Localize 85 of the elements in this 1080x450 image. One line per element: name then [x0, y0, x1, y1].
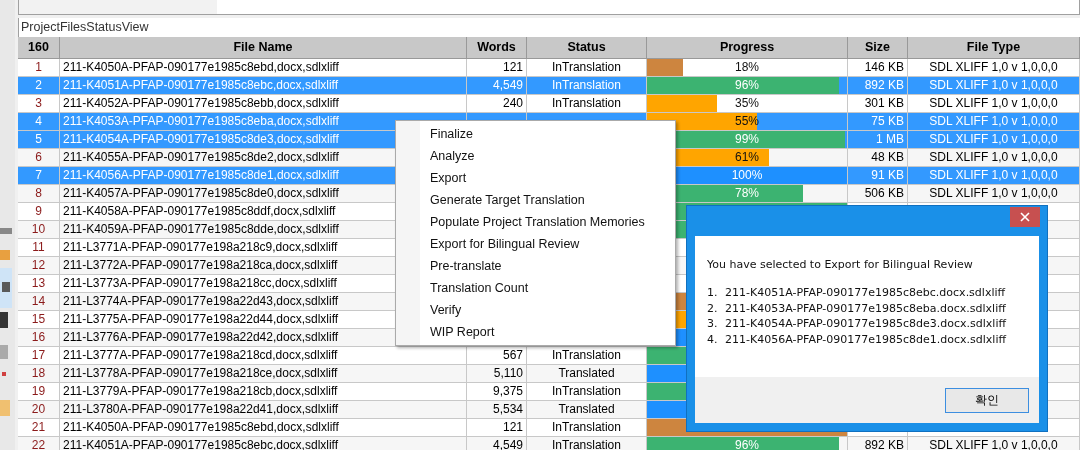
- status-cell: InTranslation: [552, 438, 621, 450]
- file-name: 211-K4053A-PFAP-090177e1985c8eba.docx.sdlxliff: [725, 300, 1006, 316]
- progress-label: 18%: [734, 59, 760, 76]
- progress-label: 96%: [734, 437, 760, 450]
- dialog-message: You have selected to Export for Bilingual Review: [707, 258, 974, 271]
- progress-label: 99%: [734, 131, 760, 148]
- size-cell: 892 KB: [864, 78, 904, 92]
- row-number: 5: [18, 131, 60, 148]
- size-cell: 75 KB: [871, 114, 904, 128]
- words-cell: 567: [502, 348, 523, 362]
- file-type-cell: SDL XLIFF 1,0 v 1,0,0,0: [929, 60, 1058, 74]
- row-number: 15: [18, 311, 60, 328]
- row-number: 1: [18, 59, 60, 76]
- status-cell: InTranslation: [552, 96, 621, 110]
- row-number: 14: [18, 293, 60, 310]
- row-number: 16: [18, 329, 60, 346]
- status-cell: Translated: [558, 402, 615, 416]
- progress-label: 35%: [734, 95, 760, 112]
- progress-label: 100%: [730, 167, 764, 184]
- size-cell: 892 KB: [864, 438, 904, 450]
- file-type-cell: SDL XLIFF 1,0 v 1,0,0,0: [929, 78, 1058, 92]
- status-cell: InTranslation: [552, 384, 621, 398]
- list-number: 1.: [707, 285, 717, 301]
- row-number: 8: [18, 185, 60, 202]
- file-type-cell: SDL XLIFF 1,0 v 1,0,0,0: [929, 186, 1058, 200]
- file-name-cell: 211-K4051A-PFAP-090177e1985c8ebc,docx,sdlxliff: [60, 77, 467, 94]
- words-cell: 5,110: [493, 366, 523, 380]
- row-number: 11: [18, 239, 60, 256]
- row-number: 3: [18, 95, 60, 112]
- list-number: 3.: [707, 316, 717, 332]
- words-cell: 4,549: [492, 78, 523, 92]
- view-title: ProjectFilesStatusView: [18, 18, 1080, 37]
- size-cell: 506 KB: [864, 186, 904, 200]
- row-number: 17: [18, 347, 60, 364]
- row-number: 7: [18, 167, 60, 184]
- file-name: 211-K4056A-PFAP-090177e1985c8de1.docx.sdlxliff: [725, 331, 1007, 347]
- words-cell: 121: [502, 420, 523, 434]
- row-number: 21: [18, 419, 60, 436]
- status-cell: InTranslation: [552, 78, 621, 92]
- row-number: 2: [18, 77, 60, 94]
- file-name-cell: 211-K4050A-PFAP-090177e1985c8ebd,docx,sdlxliff: [60, 419, 467, 436]
- status-cell: InTranslation: [552, 60, 621, 74]
- progress-label: 61%: [734, 149, 760, 166]
- row-number: 10: [18, 221, 60, 238]
- file-name-cell: 211-K4050A-PFAP-090177e1985c8ebd,docx,sdlxliff: [60, 59, 467, 76]
- row-number: 12: [18, 257, 60, 274]
- progress-label: 78%: [734, 185, 760, 202]
- file-name-cell: 211-L3779A-PFAP-090177e198a218cb,docx,sdlxliff: [60, 383, 467, 400]
- row-number: 13: [18, 275, 60, 292]
- file-name: 211-K4051A-PFAP-090177e1985c8ebc.docx.sdlxliff: [725, 285, 1006, 301]
- file-name-cell: 211-L3780A-PFAP-090177e198a22d41,docx,sdlxliff: [60, 401, 467, 418]
- size-cell: 146 KB: [864, 60, 904, 74]
- row-number: 19: [18, 383, 60, 400]
- file-type-cell: SDL XLIFF 1,0 v 1,0,0,0: [929, 96, 1058, 110]
- words-cell: 240: [502, 96, 523, 110]
- file-name-cell: 211-L3778A-PFAP-090177e198a218ce,docx,sdlxliff: [60, 365, 467, 382]
- file-name-cell: 211-K4051A-PFAP-090177e1985c8ebc,docx,sdlxliff: [60, 437, 467, 450]
- status-cell: InTranslation: [552, 348, 621, 362]
- words-cell: 4,549: [492, 438, 523, 450]
- row-number: 18: [18, 365, 60, 382]
- row-number: 6: [18, 149, 60, 166]
- row-number: 20: [18, 401, 60, 418]
- row-number: 4: [18, 113, 60, 130]
- progress-label: 96%: [734, 77, 760, 94]
- status-cell: Translated: [558, 366, 615, 380]
- size-cell: 91 KB: [871, 168, 904, 182]
- status-cell: InTranslation: [552, 420, 621, 434]
- words-cell: 121: [502, 60, 523, 74]
- list-number: 2.: [707, 300, 717, 316]
- file-name-cell: 211-K4052A-PFAP-090177e1985c8ebb,docx,sdlxliff: [60, 95, 467, 112]
- file-type-cell: SDL XLIFF 1,0 v 1,0,0,0: [929, 168, 1058, 182]
- size-cell: 1 MB: [876, 132, 904, 146]
- file-name-cell: 211-L3777A-PFAP-090177e198a218cd,docx,sdlxliff: [60, 347, 467, 364]
- file-type-cell: SDL XLIFF 1,0 v 1,0,0,0: [929, 150, 1058, 164]
- file-type-cell: SDL XLIFF 1,0 v 1,0,0,0: [929, 114, 1058, 128]
- row-number: 9: [18, 203, 60, 220]
- words-cell: 5,534: [492, 402, 523, 416]
- row-number: 22: [18, 437, 60, 450]
- file-name: 211-K4054A-PFAP-090177e1985c8de3.docx.sdlxliff: [725, 316, 1007, 332]
- file-type-cell: SDL XLIFF 1,0 v 1,0,0,0: [929, 438, 1058, 450]
- file-type-cell: SDL XLIFF 1,0 v 1,0,0,0: [929, 132, 1058, 146]
- words-cell: 9,375: [492, 384, 523, 398]
- size-cell: 48 KB: [871, 150, 904, 164]
- size-cell: 301 KB: [864, 96, 904, 110]
- list-number: 4.: [707, 331, 717, 347]
